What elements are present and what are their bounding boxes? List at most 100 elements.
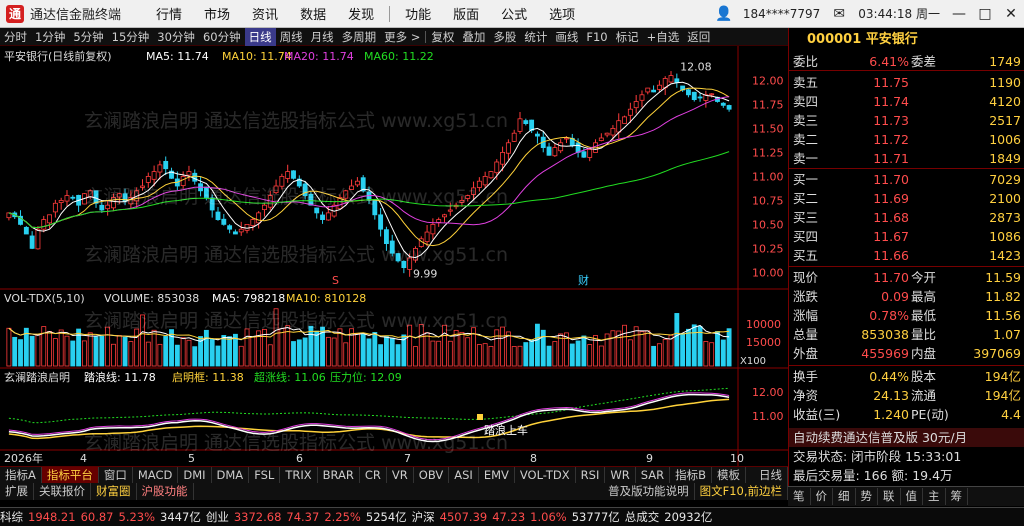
tab-30min[interactable]: 30分钟: [153, 28, 199, 46]
order-row[interactable]: 买二 11.69 2100: [789, 189, 1024, 208]
candle-body: [575, 142, 581, 153]
volume-bar: [116, 335, 122, 367]
order-row[interactable]: 卖一 11.71 1849: [789, 149, 1024, 168]
tab-cr[interactable]: CR: [360, 466, 387, 484]
tab-1min[interactable]: 1分钟: [31, 28, 69, 46]
stock-code-name: 000001 平安银行: [807, 32, 918, 47]
volume-bar: [325, 336, 331, 367]
f10-button[interactable]: F10: [582, 28, 611, 46]
order-row[interactable]: 卖三 11.73 2517: [789, 111, 1024, 130]
volume-bar: [378, 344, 384, 367]
tab-weekly[interactable]: 周线: [276, 28, 307, 46]
tab-template[interactable]: 模板: [712, 466, 746, 484]
tab-dmi[interactable]: DMI: [178, 466, 212, 484]
promo-banner[interactable]: 自动续费通达信普及版 30元/月: [789, 428, 1024, 447]
menu-banmian[interactable]: 版面: [442, 4, 490, 23]
order-row[interactable]: 买一 11.70 7029: [789, 170, 1024, 189]
tab-asi[interactable]: ASI: [449, 466, 479, 484]
event-s-marker[interactable]: S: [332, 274, 339, 287]
tab-sar[interactable]: SAR: [636, 466, 671, 484]
tab-emv[interactable]: EMV: [479, 466, 515, 484]
tab-wr[interactable]: WR: [605, 466, 636, 484]
menu-shichang[interactable]: 市场: [193, 4, 241, 23]
price-tick: 12.00: [752, 74, 784, 87]
minimize-icon[interactable]: —: [946, 6, 972, 22]
overlay-button[interactable]: 叠加: [458, 28, 489, 46]
statistics-button[interactable]: 统计: [520, 28, 551, 46]
quote-header[interactable]: 000001 平安银行: [789, 30, 1024, 50]
price-legend-stock: 平安银行(日线前复权): [4, 49, 112, 63]
tab-fenshi[interactable]: 分时: [0, 28, 31, 46]
draw-line-button[interactable]: 画线: [551, 28, 582, 46]
tab-60min[interactable]: 60分钟: [199, 28, 245, 46]
tab-wealth-circle[interactable]: 财富圈: [91, 483, 137, 500]
tab-fsl[interactable]: FSL: [249, 466, 281, 484]
close-icon[interactable]: ✕: [998, 6, 1024, 22]
volume-bar: [192, 346, 198, 367]
candle-body: [674, 78, 680, 83]
tab-15min[interactable]: 15分钟: [108, 28, 154, 46]
tab-indicator-a[interactable]: 指标A: [0, 466, 42, 484]
menu-shuju[interactable]: 数据: [289, 4, 337, 23]
tab-vol-tdx[interactable]: VOL-TDX: [515, 466, 576, 484]
order-row[interactable]: 卖二 11.72 1006: [789, 130, 1024, 149]
maximize-icon[interactable]: □: [972, 6, 998, 22]
volume-tick: 10000: [746, 318, 781, 331]
tab-macd[interactable]: MACD: [133, 466, 179, 484]
order-row[interactable]: 卖四 11.74 4120: [789, 92, 1024, 111]
tab-dma[interactable]: DMA: [212, 466, 250, 484]
order-row[interactable]: 卖五 11.75 1190: [789, 73, 1024, 92]
add-watchlist-button[interactable]: +自选: [643, 28, 684, 46]
tab-extend[interactable]: 扩展: [0, 483, 34, 500]
volume-bar: [517, 345, 523, 367]
menu-hangqing[interactable]: 行情: [145, 4, 193, 23]
order-row[interactable]: 买五 11.66 1423: [789, 246, 1024, 265]
value-button[interactable]: 值: [901, 488, 923, 505]
message-icon[interactable]: ✉: [826, 6, 852, 22]
fuquan-button[interactable]: 复权: [427, 28, 458, 46]
back-button[interactable]: 返回: [683, 28, 714, 46]
period-label[interactable]: 日线: [754, 466, 788, 484]
user-icon[interactable]: 👤: [711, 6, 737, 22]
order-row[interactable]: 买四 11.67 1086: [789, 227, 1024, 246]
menu-zixun[interactable]: 资讯: [241, 4, 289, 23]
tab-related-quotes[interactable]: 关联报价: [34, 483, 91, 500]
tab-more[interactable]: 更多 >: [380, 28, 424, 46]
menu-faxian[interactable]: 发现: [337, 4, 385, 23]
tab-5min[interactable]: 5分钟: [69, 28, 107, 46]
candle-body: [442, 214, 447, 218]
detail-button[interactable]: 细: [833, 488, 856, 505]
user-account[interactable]: 184****7797: [743, 7, 820, 21]
tab-rsi[interactable]: RSI: [576, 466, 606, 484]
order-row[interactable]: 买三 11.68 2873: [789, 208, 1024, 227]
tab-obv[interactable]: OBV: [414, 466, 450, 484]
tab-hk-functions[interactable]: 沪股功能: [137, 483, 194, 500]
tab-multi-period[interactable]: 多周期: [338, 28, 381, 46]
multi-stock-button[interactable]: 多股: [489, 28, 520, 46]
tab-window[interactable]: 窗口: [99, 466, 133, 484]
trend-button[interactable]: 势: [856, 488, 878, 505]
tick-button[interactable]: 笔: [788, 488, 811, 505]
tab-indicator-platform[interactable]: 指标平台: [41, 466, 99, 484]
main-button[interactable]: 主: [923, 488, 946, 505]
price-button[interactable]: 价: [811, 488, 833, 505]
tab-indicator-b[interactable]: 指标B: [670, 466, 712, 484]
tab-vr[interactable]: VR: [387, 466, 414, 484]
tab-brar[interactable]: BRAR: [318, 466, 360, 484]
candle-body: [459, 199, 465, 203]
kline-chart[interactable]: 平安银行(日线前复权) MA5: 11.74 MA10: 11.74 MA20:…: [0, 46, 788, 466]
mark-button[interactable]: 标记: [612, 28, 643, 46]
chips-button[interactable]: 筹: [946, 488, 968, 505]
menu-gongneng[interactable]: 功能: [394, 4, 442, 23]
tab-daily[interactable]: 日线: [244, 27, 276, 46]
tab-trix[interactable]: TRIX: [280, 466, 318, 484]
event-cai-marker[interactable]: 财: [578, 273, 589, 287]
menu-gongshi[interactable]: 公式: [490, 4, 538, 23]
tab-monthly[interactable]: 月线: [307, 28, 338, 46]
x-axis-month: 8: [530, 452, 537, 465]
f10-link[interactable]: 图文F10,前边栏: [695, 483, 788, 500]
volume-bar: [227, 336, 233, 367]
related-button[interactable]: 联: [878, 488, 901, 505]
menu-xuanxiang[interactable]: 选项: [538, 4, 586, 23]
help-link[interactable]: 普及版功能说明: [603, 483, 695, 500]
